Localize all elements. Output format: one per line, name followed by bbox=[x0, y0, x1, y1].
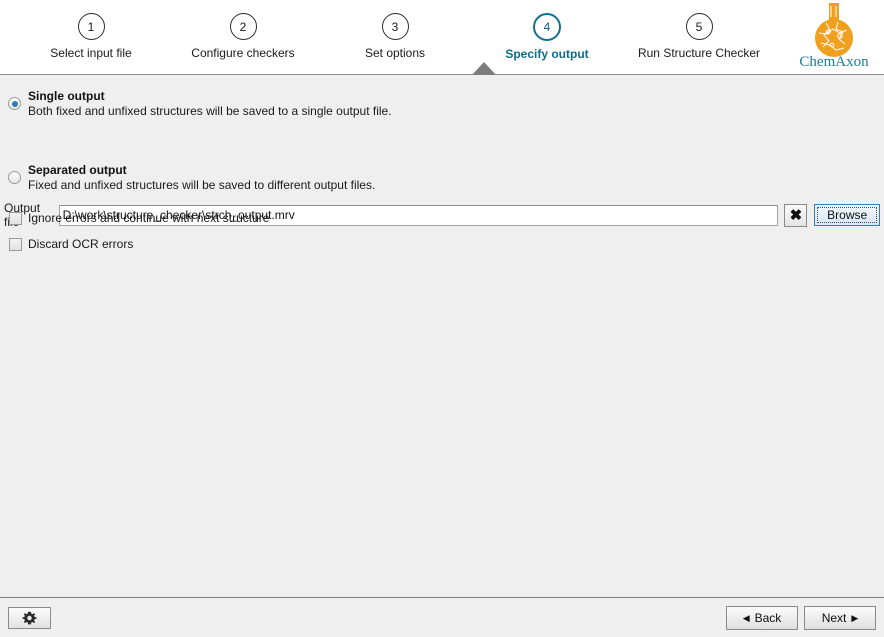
step-label: Select input file bbox=[50, 46, 131, 60]
wizard-steps: 1 Select input file 2 Configure checkers… bbox=[0, 0, 790, 74]
separated-output-option[interactable]: Separated output Fixed and unfixed struc… bbox=[8, 163, 375, 192]
step-number-circle: 1 bbox=[78, 13, 105, 40]
clear-output-file-button[interactable]: ✖ bbox=[784, 204, 807, 227]
discard-ocr-errors-label: Discard OCR errors bbox=[28, 237, 133, 251]
single-output-radio[interactable] bbox=[8, 97, 21, 110]
settings-button[interactable] bbox=[8, 607, 51, 629]
ignore-errors-checkbox[interactable] bbox=[9, 212, 22, 225]
wizard-step-3[interactable]: 3 Set options bbox=[319, 13, 471, 60]
next-button-label: Next bbox=[822, 611, 847, 625]
browse-button-label: Browse bbox=[827, 208, 867, 222]
wizard-step-1[interactable]: 1 Select input file bbox=[15, 13, 167, 60]
step-label: Set options bbox=[365, 46, 425, 60]
browse-button[interactable]: Browse bbox=[814, 204, 880, 226]
separated-output-title: Separated output bbox=[28, 163, 375, 177]
wizard-header: 1 Select input file 2 Configure checkers… bbox=[0, 0, 884, 75]
step-number-circle: 2 bbox=[230, 13, 257, 40]
ignore-errors-checkbox-row[interactable]: Ignore errors and continue with next str… bbox=[9, 211, 269, 225]
step-number-circle: 3 bbox=[382, 13, 409, 40]
back-button[interactable]: ◀ Back bbox=[726, 606, 798, 630]
single-output-option[interactable]: Single output Both fixed and unfixed str… bbox=[8, 89, 392, 118]
active-step-pointer bbox=[472, 62, 496, 75]
next-button[interactable]: Next ▶ bbox=[804, 606, 876, 630]
gear-icon bbox=[22, 611, 37, 626]
step-number-circle: 5 bbox=[686, 13, 713, 40]
flask-icon bbox=[786, 2, 882, 58]
main-content: Single output Both fixed and unfixed str… bbox=[0, 75, 884, 597]
footer-toolbar: ◀ Back Next ▶ bbox=[0, 597, 884, 637]
discard-ocr-errors-checkbox-row[interactable]: Discard OCR errors bbox=[9, 237, 133, 251]
step-label: Specify output bbox=[505, 47, 588, 61]
navigation-buttons: ◀ Back Next ▶ bbox=[726, 606, 876, 630]
single-output-description: Both fixed and unfixed structures will b… bbox=[28, 104, 392, 118]
chevron-right-icon: ▶ bbox=[851, 614, 858, 623]
step-number-circle: 4 bbox=[533, 13, 561, 41]
close-icon: ✖ bbox=[790, 208, 803, 223]
separated-output-radio[interactable] bbox=[8, 171, 21, 184]
logo-text: ChemAxon bbox=[786, 54, 882, 71]
step-label: Run Structure Checker bbox=[638, 46, 760, 60]
wizard-step-4[interactable]: 4 Specify output bbox=[471, 13, 623, 61]
chemaxon-logo: ChemAxon bbox=[786, 2, 882, 74]
single-output-title: Single output bbox=[28, 89, 392, 103]
separated-output-description: Fixed and unfixed structures will be sav… bbox=[28, 178, 375, 192]
chevron-left-icon: ◀ bbox=[743, 614, 750, 623]
step-label: Configure checkers bbox=[191, 46, 294, 60]
discard-ocr-errors-checkbox[interactable] bbox=[9, 238, 22, 251]
wizard-step-2[interactable]: 2 Configure checkers bbox=[167, 13, 319, 60]
back-button-label: Back bbox=[755, 611, 782, 625]
wizard-step-5[interactable]: 5 Run Structure Checker bbox=[623, 13, 775, 60]
ignore-errors-label: Ignore errors and continue with next str… bbox=[28, 211, 269, 225]
